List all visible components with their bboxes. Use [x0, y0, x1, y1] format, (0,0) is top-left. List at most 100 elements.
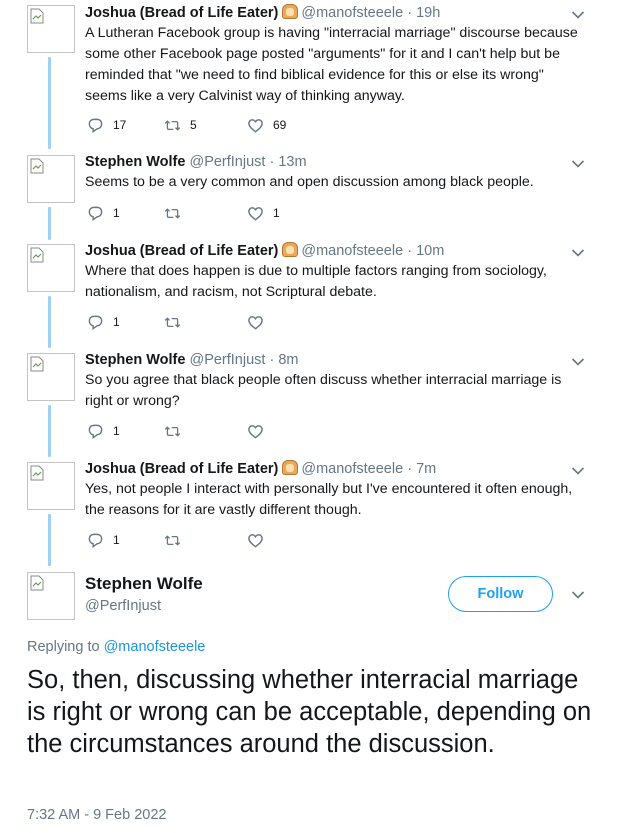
tweet-time[interactable]: 7m	[416, 461, 436, 477]
chevron-down-icon[interactable]	[571, 466, 585, 476]
reply-icon	[87, 117, 104, 134]
author-handle[interactable]: @PerfInjust	[85, 598, 161, 614]
reply-button[interactable]: 1	[87, 313, 120, 331]
author-handle[interactable]: @PerfInjust	[189, 154, 265, 170]
tweet-text: So you agree that black people often dis…	[85, 372, 562, 409]
tweet-text: A Lutheran Facebook group is having "int…	[85, 25, 578, 104]
author-name[interactable]: Joshua (Bread of Life Eater)	[85, 243, 278, 259]
reply-button[interactable]: 1	[87, 204, 120, 222]
reply-icon	[87, 314, 104, 331]
author-handle[interactable]: @manofsteeele	[301, 461, 403, 477]
reply-count: 17	[113, 118, 127, 132]
tweet-timestamp[interactable]: 7:32 AM - 9 Feb 2022	[27, 807, 166, 823]
replying-to: Replying to @manofsteeele	[27, 639, 205, 655]
retweet-icon	[164, 532, 181, 549]
bread-emoji-icon	[282, 4, 299, 19]
reply-count: 1	[113, 533, 120, 547]
bread-emoji-icon	[282, 460, 299, 475]
reply-button[interactable]: 17	[87, 116, 126, 134]
replying-prefix: Replying to	[27, 639, 100, 655]
thread-line	[48, 57, 51, 149]
reply-icon	[87, 205, 104, 222]
retweet-button[interactable]	[164, 531, 190, 549]
heart-icon	[247, 532, 264, 549]
chevron-down-icon[interactable]	[571, 159, 585, 169]
broken-image-icon	[30, 356, 44, 372]
author-handle[interactable]: @manofsteeele	[301, 243, 403, 259]
bread-emoji-icon	[282, 242, 299, 257]
replying-handle-link[interactable]: @manofsteeele	[104, 639, 206, 655]
follow-button[interactable]: Follow	[448, 576, 553, 612]
tweet-time[interactable]: 19h	[416, 5, 440, 21]
retweet-count: 5	[190, 118, 197, 132]
broken-image-icon	[30, 247, 44, 263]
reply-button[interactable]: 1	[87, 422, 120, 440]
like-button[interactable]	[247, 531, 273, 549]
like-count: 1	[273, 206, 280, 220]
author-handle[interactable]: @manofsteeele	[301, 5, 403, 21]
broken-image-icon	[30, 575, 44, 591]
tweet-header: Joshua (Bread of Life Eater) @manofsteeel…	[85, 242, 444, 260]
chevron-down-icon[interactable]	[571, 10, 585, 20]
like-count: 69	[273, 118, 287, 132]
tweet-text: Seems to be a very common and open discu…	[85, 174, 534, 190]
main-tweet-text: So, then, discussing whether interracial…	[27, 666, 592, 758]
broken-image-icon	[30, 465, 44, 481]
retweet-button[interactable]	[164, 204, 190, 222]
tweet-header: Stephen Wolfe @PerfInjust · 13m	[85, 153, 307, 171]
tweet-time[interactable]: 10m	[416, 243, 444, 259]
author-name[interactable]: Stephen Wolfe	[85, 352, 185, 368]
broken-image-icon	[30, 158, 44, 174]
reply-icon	[87, 532, 104, 549]
avatar[interactable]	[27, 244, 75, 292]
retweet-icon	[164, 205, 181, 222]
author-name[interactable]: Stephen Wolfe	[85, 154, 185, 170]
avatar[interactable]	[27, 5, 75, 53]
tweet-header: Stephen Wolfe @PerfInjust · 8m	[85, 351, 299, 369]
avatar[interactable]	[27, 462, 75, 510]
tweet-header: Joshua (Bread of Life Eater) @manofsteeel…	[85, 4, 440, 22]
chevron-down-icon[interactable]	[571, 248, 585, 258]
reply-count: 1	[113, 424, 120, 438]
retweet-button[interactable]: 5	[164, 116, 197, 134]
retweet-button[interactable]	[164, 422, 190, 440]
separator-dot: ·	[407, 5, 413, 21]
thread-line	[48, 405, 51, 457]
heart-icon	[247, 205, 264, 222]
separator-dot: ·	[269, 154, 275, 170]
tweet-time[interactable]: 13m	[278, 154, 306, 170]
reply-count: 1	[113, 206, 120, 220]
retweet-button[interactable]	[164, 313, 190, 331]
avatar[interactable]	[27, 155, 75, 203]
reply-icon	[87, 423, 104, 440]
reply-button[interactable]: 1	[87, 531, 120, 549]
separator-dot: ·	[407, 461, 413, 477]
like-button[interactable]	[247, 422, 273, 440]
separator-dot: ·	[407, 243, 413, 259]
thread-line	[48, 296, 51, 348]
tweet-text: Where that does happen is due to multipl…	[85, 263, 547, 300]
like-button[interactable]: 1	[247, 204, 280, 222]
author-name[interactable]: Joshua (Bread of Life Eater)	[85, 461, 278, 477]
tweet-time[interactable]: 8m	[278, 352, 298, 368]
avatar[interactable]	[27, 572, 75, 620]
author-handle[interactable]: @PerfInjust	[189, 352, 265, 368]
broken-image-icon	[30, 8, 44, 24]
heart-icon	[247, 423, 264, 440]
like-button[interactable]	[247, 313, 273, 331]
separator-dot: ·	[269, 352, 275, 368]
tweet-text: Yes, not people I interact with personal…	[85, 481, 573, 518]
thread-line	[48, 207, 51, 240]
avatar[interactable]	[27, 353, 75, 401]
chevron-down-icon[interactable]	[571, 590, 585, 600]
heart-icon	[247, 117, 264, 134]
author-name[interactable]: Stephen Wolfe	[85, 574, 203, 594]
reply-count: 1	[113, 315, 120, 329]
like-button[interactable]: 69	[247, 116, 286, 134]
retweet-icon	[164, 423, 181, 440]
chevron-down-icon[interactable]	[571, 357, 585, 367]
thread-line	[48, 514, 51, 566]
author-name[interactable]: Joshua (Bread of Life Eater)	[85, 5, 278, 21]
retweet-icon	[164, 314, 181, 331]
heart-icon	[247, 314, 264, 331]
